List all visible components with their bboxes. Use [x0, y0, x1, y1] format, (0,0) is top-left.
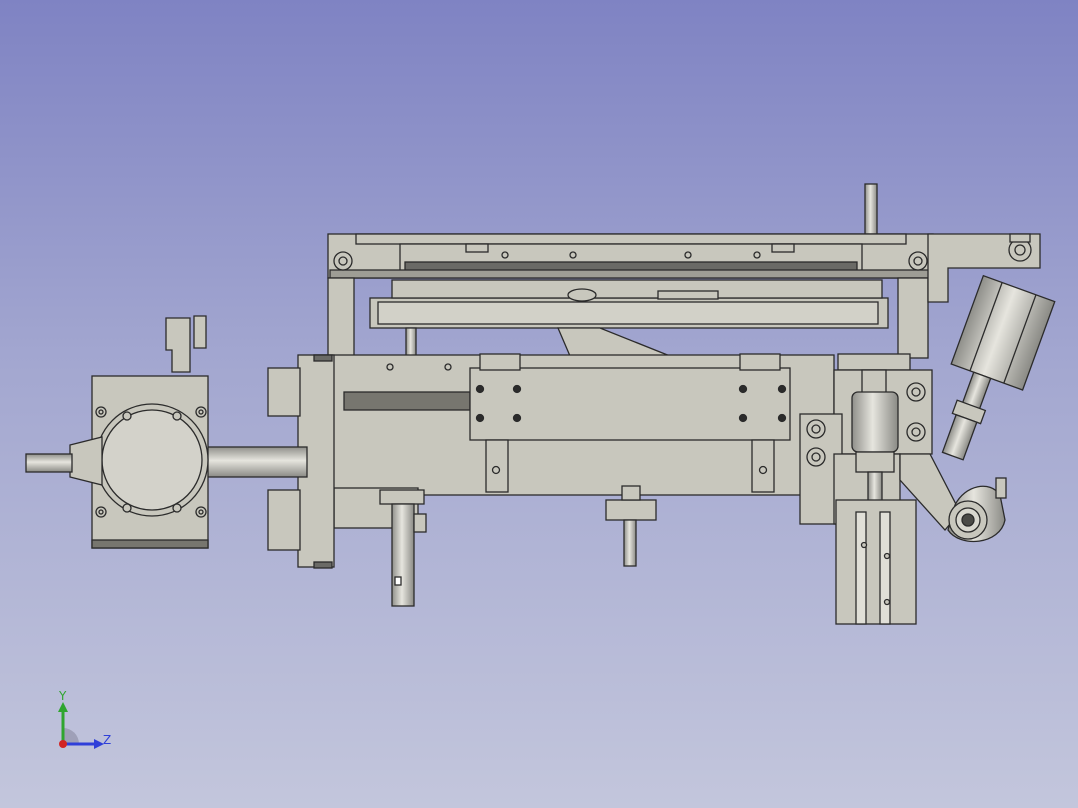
axis-triad-icon: Y Z: [58, 689, 111, 749]
model-canvas[interactable]: Y Z: [0, 0, 1078, 808]
mechanical-assembly[interactable]: [25, 183, 1056, 625]
axis-y-label: Y: [58, 689, 67, 703]
left-motor-housing[interactable]: [25, 315, 209, 549]
slide-plate[interactable]: [369, 279, 889, 357]
cad-3d-viewport[interactable]: Y Z: [0, 0, 1078, 808]
connecting-shaft[interactable]: [204, 446, 308, 478]
pneumatic-cylinder[interactable]: [922, 274, 1056, 471]
axis-z-label: Z: [103, 733, 111, 747]
top-rail-frame[interactable]: [327, 183, 934, 279]
lower-pin-center[interactable]: [605, 485, 657, 567]
rod-end-joint[interactable]: [947, 477, 1007, 543]
